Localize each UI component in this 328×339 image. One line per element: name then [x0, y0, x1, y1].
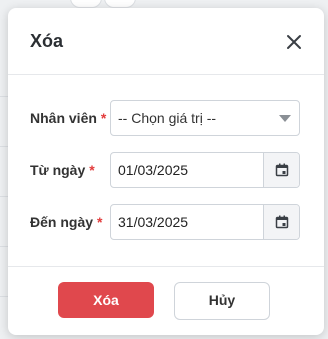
cancel-button[interactable]: Hủy	[174, 282, 270, 320]
background-divider	[0, 246, 8, 247]
background-divider	[0, 146, 8, 147]
from-date-picker-button[interactable]	[263, 153, 299, 187]
required-mark: *	[89, 162, 95, 178]
calendar-icon	[275, 215, 289, 229]
background-divider	[0, 296, 8, 297]
employee-label-text: Nhân viên	[30, 110, 97, 126]
background-tab	[104, 0, 136, 8]
modal-title: Xóa	[30, 31, 64, 51]
modal-header: Xóa	[8, 8, 324, 75]
from-date-row: Từ ngày * 01/03/2025	[30, 152, 306, 188]
to-date-label: Đến ngày *	[30, 214, 102, 230]
from-date-value: 01/03/2025	[118, 162, 189, 178]
to-date-field[interactable]: 31/03/2025	[110, 204, 300, 240]
dropdown-arrow-icon	[279, 115, 291, 122]
background-divider	[0, 96, 8, 97]
to-date-row: Đến ngày * 31/03/2025	[30, 204, 306, 240]
from-date-label-text: Từ ngày	[30, 162, 86, 178]
to-date-picker-button[interactable]	[263, 205, 299, 239]
to-date-label-text: Đến ngày	[30, 214, 94, 230]
employee-row: Nhân viên * -- Chọn giá trị --	[30, 100, 306, 136]
employee-select[interactable]: -- Chọn giá trị --	[110, 100, 300, 136]
from-date-field[interactable]: 01/03/2025	[110, 152, 300, 188]
delete-modal: Xóa Nhân viên * -- Chọn giá trị -- Từ ngà…	[8, 8, 324, 335]
background-divider	[0, 196, 8, 197]
from-date-label: Từ ngày *	[30, 162, 95, 178]
modal-footer: Xóa Hủy	[8, 266, 324, 335]
background-tab	[70, 0, 102, 8]
delete-button[interactable]: Xóa	[58, 282, 154, 318]
employee-label: Nhân viên *	[30, 110, 106, 126]
calendar-icon	[275, 163, 289, 177]
close-icon	[287, 35, 301, 49]
to-date-value: 31/03/2025	[118, 214, 189, 230]
employee-select-value: -- Chọn giá trị --	[118, 110, 217, 126]
required-mark: *	[97, 214, 103, 230]
close-button[interactable]	[282, 30, 306, 54]
required-mark: *	[100, 110, 107, 126]
